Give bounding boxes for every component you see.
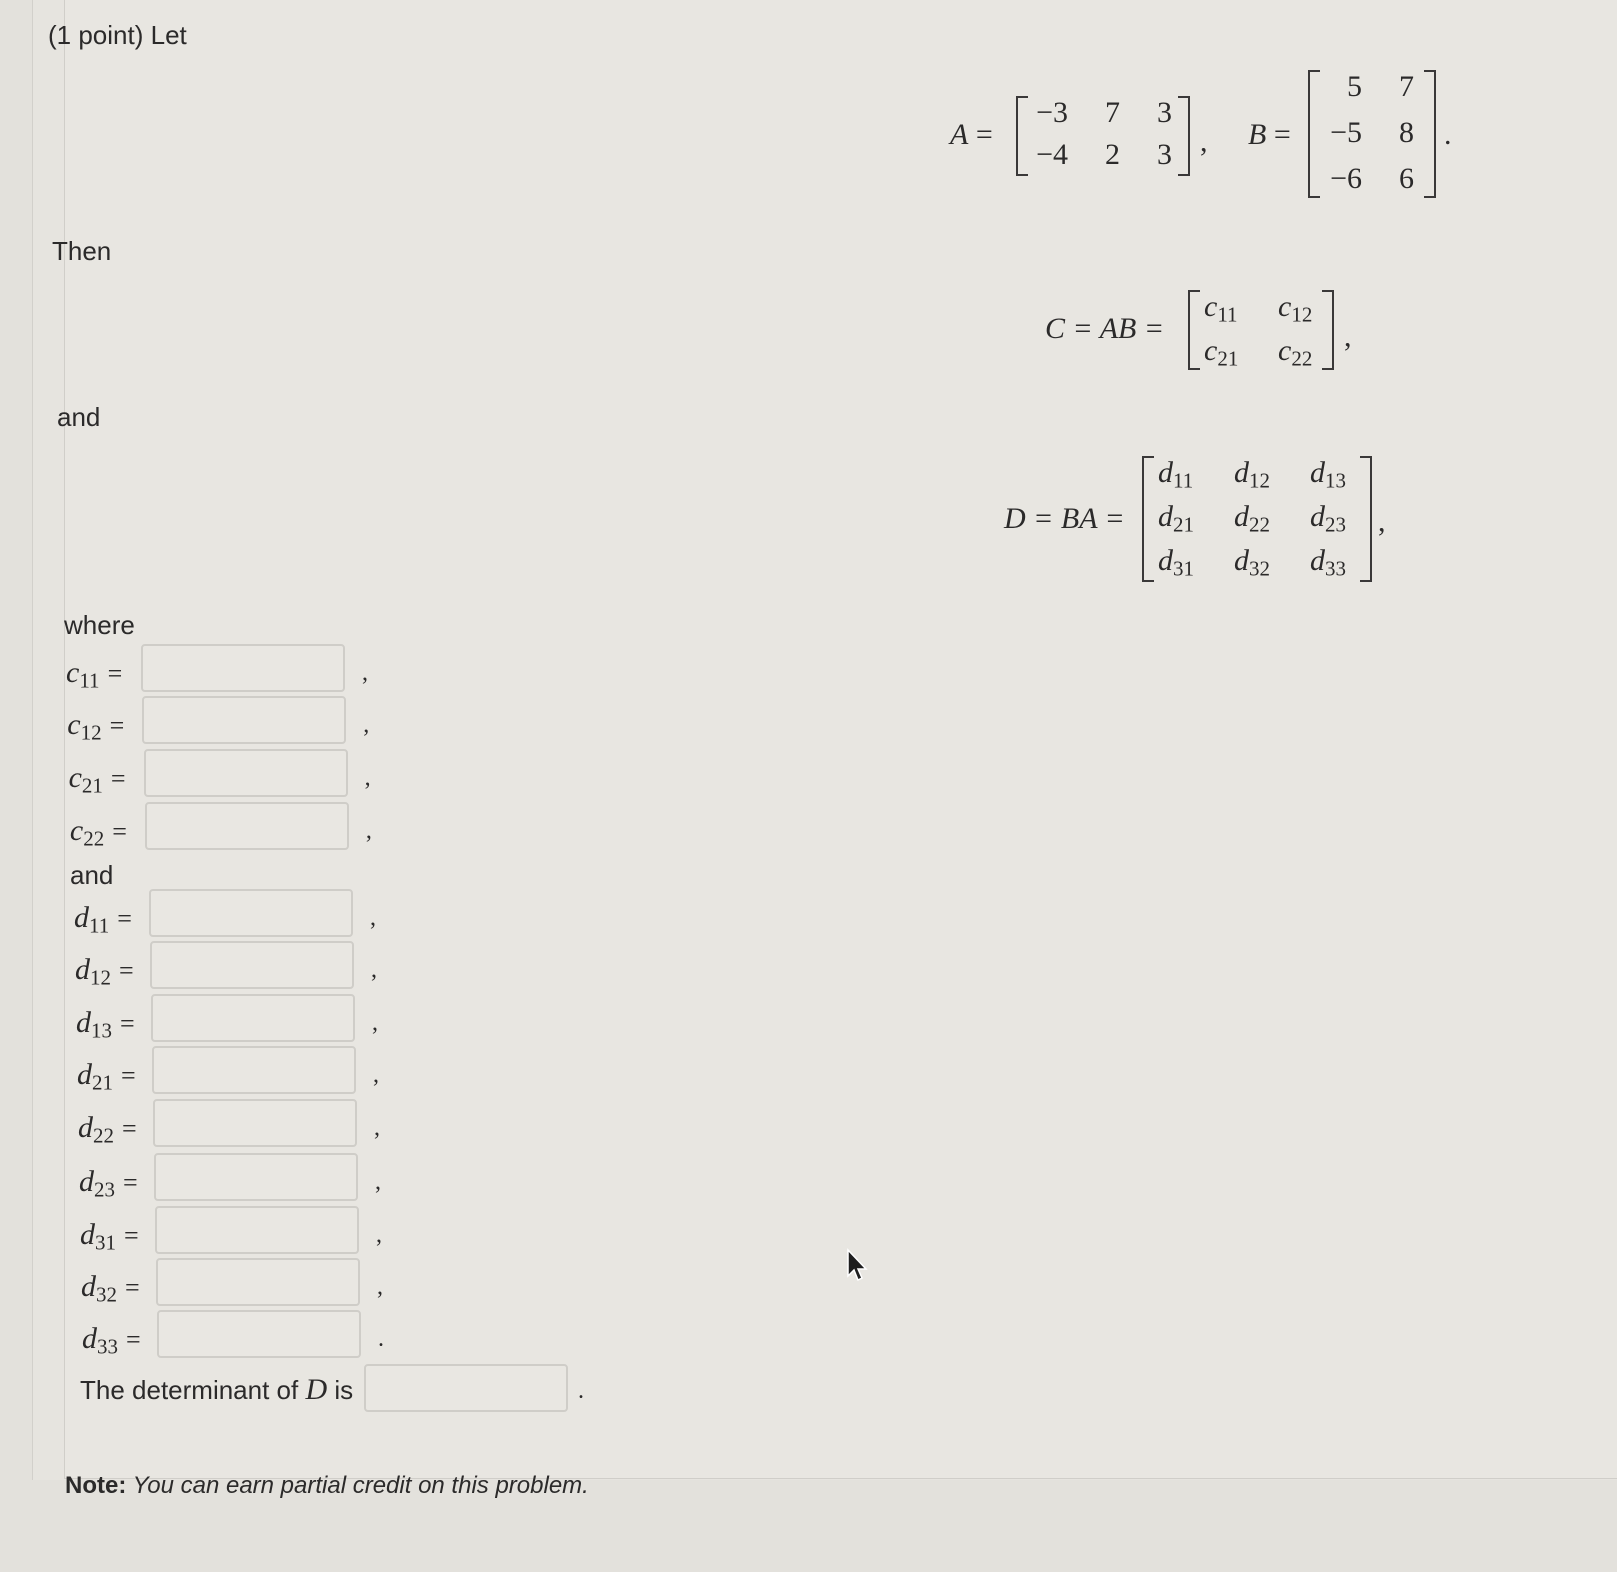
matrix-entry: 2 bbox=[1105, 138, 1120, 171]
comma: , bbox=[365, 818, 372, 844]
matrix-c-lhs: C = AB = bbox=[1045, 312, 1165, 345]
matrix-entry: d32 bbox=[1234, 544, 1270, 581]
comma: , bbox=[1344, 320, 1352, 353]
comma: , bbox=[370, 905, 376, 931]
matrix-entry: −5 bbox=[1330, 116, 1362, 149]
note: Note: You can earn partial credit on thi… bbox=[65, 1472, 589, 1499]
answer-input-c21[interactable] bbox=[143, 749, 348, 797]
answer-label-d31: d31 = bbox=[80, 1218, 139, 1255]
period: . bbox=[578, 1378, 584, 1404]
matrix-b-label: B = bbox=[1248, 118, 1291, 151]
comma: , bbox=[373, 1062, 379, 1088]
matrix-entry: 8 bbox=[1399, 116, 1414, 149]
answer-input-c12[interactable] bbox=[142, 696, 347, 744]
right-bracket bbox=[1424, 70, 1436, 198]
answer-label-d21: d21 = bbox=[77, 1058, 136, 1095]
matrix-entry: c11 bbox=[1204, 290, 1238, 327]
matrix-entry: d12 bbox=[1234, 456, 1270, 493]
matrix-c: c11 c12 c21 c22 bbox=[1188, 290, 1334, 370]
left-bracket bbox=[1188, 290, 1200, 370]
matrix-entry: 3 bbox=[1157, 96, 1172, 129]
matrix-entry: c12 bbox=[1278, 290, 1313, 327]
then-text: Then bbox=[52, 236, 112, 266]
period: . bbox=[1444, 118, 1452, 151]
answer-input-d32[interactable] bbox=[156, 1258, 360, 1306]
comma: , bbox=[362, 660, 368, 686]
comma: , bbox=[363, 712, 370, 738]
matrix-b: 5 7 −5 8 −6 6 bbox=[1308, 70, 1436, 198]
answer-label-d22: d22 = bbox=[78, 1111, 137, 1148]
matrix-entry: d23 bbox=[1310, 500, 1346, 537]
and-text-2: and bbox=[70, 860, 114, 890]
answer-label-c22: c22 = bbox=[69, 814, 127, 851]
answer-input-c11[interactable] bbox=[141, 644, 345, 692]
answer-label-c12: c12 = bbox=[67, 708, 125, 745]
determinant-label: The determinant of D is bbox=[80, 1373, 354, 1406]
answer-input-d31[interactable] bbox=[155, 1206, 359, 1254]
problem-intro: (1 point) Let bbox=[48, 20, 187, 50]
matrix-entry: −6 bbox=[1330, 162, 1362, 195]
answer-input-c22[interactable] bbox=[144, 802, 349, 850]
answer-label-d32: d32 = bbox=[81, 1270, 140, 1307]
left-bracket bbox=[1142, 456, 1154, 582]
matrix-entry: c21 bbox=[1204, 334, 1239, 371]
mouse-cursor-icon bbox=[847, 1248, 868, 1282]
matrix-entry: d11 bbox=[1158, 456, 1194, 493]
matrix-entry: 3 bbox=[1157, 138, 1172, 171]
comma: , bbox=[372, 1010, 378, 1036]
matrix-entry: −3 bbox=[1036, 96, 1068, 129]
answer-input-d21[interactable] bbox=[152, 1046, 356, 1094]
comma: , bbox=[1378, 505, 1386, 538]
answer-input-d13[interactable] bbox=[151, 994, 355, 1042]
determinant-input[interactable] bbox=[364, 1364, 568, 1412]
answer-label-d23: d23 = bbox=[79, 1165, 138, 1202]
right-bracket bbox=[1178, 96, 1190, 176]
matrix-entry: d21 bbox=[1158, 500, 1194, 537]
matrix-entry: 5 bbox=[1347, 70, 1362, 103]
matrix-entry: 6 bbox=[1399, 162, 1414, 195]
matrix-a-label: A = bbox=[950, 118, 993, 151]
answer-label-d33: d33 = bbox=[82, 1322, 141, 1359]
comma: , bbox=[1200, 125, 1208, 158]
answer-label-c11: c11 = bbox=[66, 656, 123, 693]
answer-input-d22[interactable] bbox=[153, 1099, 357, 1147]
answer-input-d23[interactable] bbox=[154, 1153, 358, 1201]
comma: , bbox=[375, 1169, 381, 1195]
answer-input-d33[interactable] bbox=[157, 1310, 361, 1358]
answer-label-d11: d11 = bbox=[74, 901, 132, 938]
matrix-entry: d31 bbox=[1158, 544, 1194, 581]
comma: , bbox=[377, 1274, 383, 1300]
answer-label-d12: d12 = bbox=[75, 953, 134, 990]
period: . bbox=[378, 1326, 384, 1352]
matrix-entry: −4 bbox=[1036, 138, 1068, 171]
matrix-d: d11 d12 d13 d21 d22 d23 d31 d32 d33 bbox=[1142, 456, 1372, 582]
matrix-entry: d33 bbox=[1310, 544, 1346, 581]
matrix-entry: c22 bbox=[1278, 334, 1313, 371]
comma: , bbox=[371, 957, 377, 983]
comma: , bbox=[376, 1222, 382, 1248]
comma: , bbox=[374, 1115, 380, 1141]
matrix-a: −3 7 3 −4 2 3 bbox=[1016, 96, 1190, 176]
matrix-entry: 7 bbox=[1399, 70, 1414, 103]
comma: , bbox=[364, 765, 371, 791]
matrix-entry: 7 bbox=[1105, 96, 1120, 129]
matrix-entry: d22 bbox=[1234, 500, 1270, 537]
where-text: where bbox=[64, 610, 135, 640]
matrix-d-lhs: D = BA = bbox=[1004, 502, 1125, 535]
and-text: and bbox=[57, 402, 101, 432]
answer-label-d13: d13 = bbox=[76, 1006, 135, 1043]
answer-label-c21: c21 = bbox=[68, 761, 126, 798]
matrix-entry: d13 bbox=[1310, 456, 1346, 493]
answer-input-d12[interactable] bbox=[150, 941, 354, 989]
answer-input-d11[interactable] bbox=[149, 889, 353, 937]
